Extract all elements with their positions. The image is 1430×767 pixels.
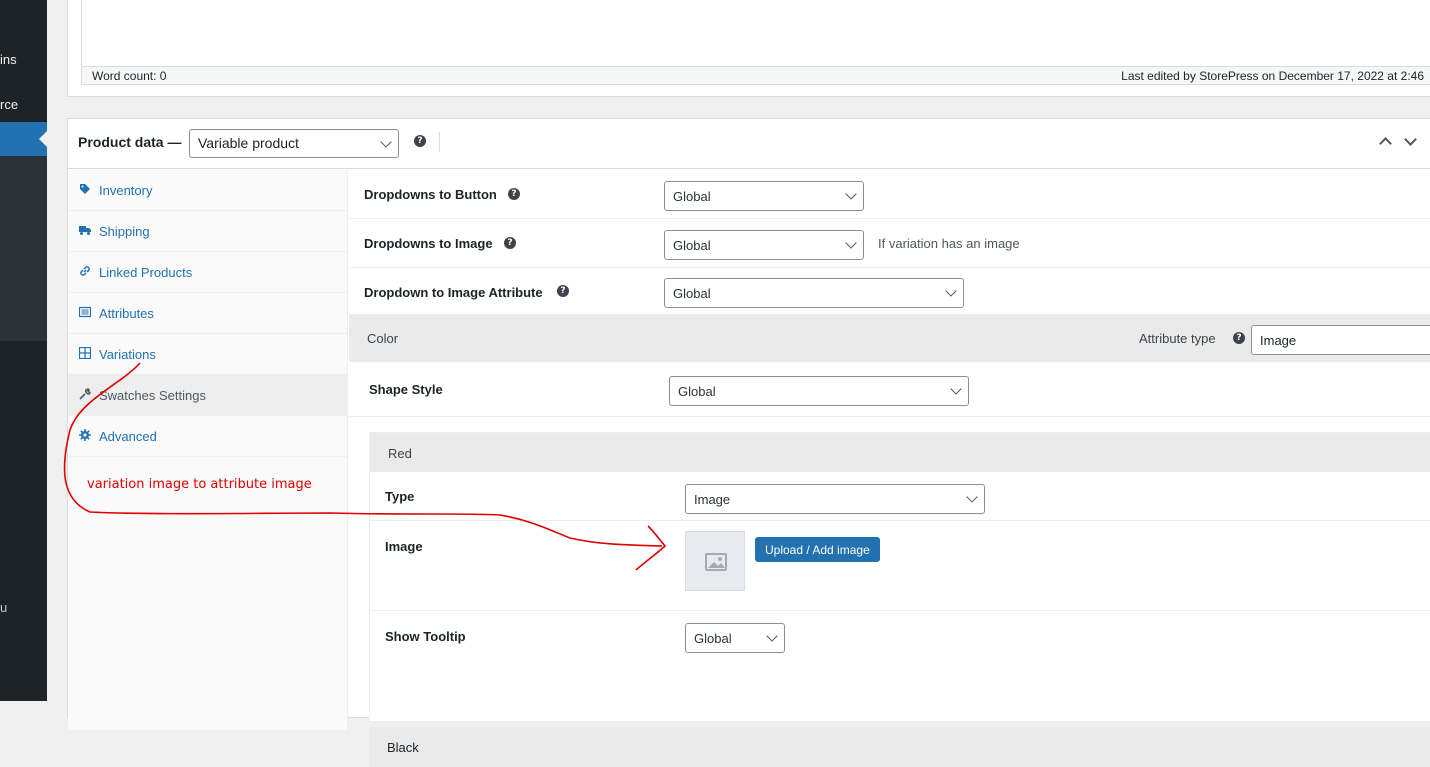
admin-menu-item-collapse[interactable]: u: [0, 600, 7, 615]
move-up-icon[interactable]: [1379, 137, 1392, 150]
setting-label: Dropdowns to Button: [364, 187, 497, 202]
tab-label: Advanced: [99, 429, 157, 444]
tab-label: Shipping: [99, 224, 150, 239]
attribute-type-select[interactable]: Image: [1251, 325, 1430, 355]
select-value: Global: [678, 384, 716, 399]
product-data-header: Product data — Variable product ?: [68, 119, 1430, 169]
tab-attributes[interactable]: Attributes: [68, 293, 347, 334]
upload-image-button[interactable]: Upload / Add image: [755, 537, 880, 562]
tab-label: Inventory: [99, 183, 153, 198]
select-value: Image: [694, 492, 731, 507]
attribute-name: Color: [367, 331, 399, 346]
term-name: Black: [387, 740, 419, 755]
setting-note: If variation has an image: [878, 236, 1020, 251]
chevron-down-icon: [950, 383, 962, 395]
term-panel-red: Red Type Image Image Upload / Add image …: [369, 432, 1430, 722]
annotation-text: variation image to attribute image: [87, 477, 312, 492]
swatches-settings-panel: Dropdowns to Button ? Global Dropdowns t…: [349, 170, 1430, 767]
tab-label: Attributes: [99, 306, 154, 321]
truck-icon: [79, 226, 91, 235]
tab-linked-products[interactable]: Linked Products: [68, 252, 347, 293]
tag-icon: [80, 184, 90, 194]
tab-variations[interactable]: Variations: [68, 334, 347, 375]
select-value: Global: [673, 238, 711, 253]
setting-label: Type: [385, 489, 415, 504]
help-icon[interactable]: ?: [557, 285, 569, 297]
setting-label: Dropdowns to Image: [364, 236, 493, 251]
dropdowns-to-image-select[interactable]: Global: [664, 230, 864, 260]
list-icon: [79, 306, 91, 318]
divider: [439, 132, 440, 152]
gear-icon: [79, 429, 91, 441]
dropdowns-to-button-select[interactable]: Global: [664, 181, 864, 211]
help-icon[interactable]: ?: [508, 188, 520, 200]
wrench-icon: [79, 388, 91, 400]
help-icon[interactable]: ?: [414, 135, 426, 147]
editor-textarea[interactable]: [81, 0, 1430, 67]
image-placeholder[interactable]: [685, 531, 745, 591]
product-data-tabs: Inventory Shipping Linked Products Attri…: [68, 170, 348, 730]
tab-label: Linked Products: [99, 265, 193, 280]
term-row-type: Type Image: [370, 472, 1430, 521]
tab-advanced[interactable]: Advanced: [68, 416, 347, 457]
tab-shipping[interactable]: Shipping: [68, 211, 347, 252]
setting-label: Dropdown to Image Attribute: [364, 285, 543, 300]
setting-label: Image: [385, 539, 423, 554]
product-data-label: Product data —: [78, 134, 182, 150]
admin-menu-item-woocommerce[interactable]: rce: [0, 97, 18, 112]
select-value: Global: [673, 189, 711, 204]
product-type-value: Variable product: [198, 135, 299, 151]
dropdown-to-image-attribute-select[interactable]: Global: [664, 278, 964, 308]
setting-row-dropdowns-to-image: Dropdowns to Image ? Global If variation…: [349, 219, 1430, 268]
select-value: Image: [1260, 333, 1297, 348]
chevron-down-icon: [966, 491, 978, 503]
image-icon: [705, 553, 727, 571]
show-tooltip-select[interactable]: Global: [685, 623, 785, 653]
select-value: Global: [694, 631, 732, 646]
chevron-down-icon: [845, 188, 857, 200]
setting-row-dropdowns-to-button: Dropdowns to Button ? Global: [349, 170, 1430, 219]
term-header-black[interactable]: Black: [369, 727, 1430, 767]
select-value: Global: [673, 286, 711, 301]
tab-swatches-settings[interactable]: Swatches Settings: [68, 375, 347, 416]
setting-label: Show Tooltip: [385, 629, 466, 644]
editor-status-bar: Word count: 0 Last edited by StorePress …: [81, 66, 1430, 85]
term-name: Red: [388, 446, 412, 461]
content-editor-box: Word count: 0 Last edited by StorePress …: [67, 0, 1430, 97]
help-icon[interactable]: ?: [1233, 332, 1245, 344]
admin-menu-item-active[interactable]: [0, 122, 47, 156]
product-type-select[interactable]: Variable product: [189, 129, 399, 158]
chevron-down-icon: [945, 285, 957, 297]
shape-style-select[interactable]: Global: [669, 376, 969, 406]
move-down-icon[interactable]: [1404, 133, 1417, 146]
help-icon[interactable]: ?: [504, 237, 516, 249]
term-header[interactable]: Red: [370, 433, 1430, 472]
chevron-down-icon: [845, 237, 857, 249]
grid-icon: [79, 347, 91, 359]
chevron-down-icon: [766, 630, 778, 642]
term-row-image: Image: [370, 521, 1430, 611]
tab-label: Swatches Settings: [99, 388, 206, 403]
tab-label: Variations: [99, 347, 156, 362]
attribute-header[interactable]: Color Attribute type ? Image: [349, 315, 1430, 362]
tab-inventory[interactable]: Inventory: [68, 170, 347, 211]
admin-submenu: [0, 156, 47, 341]
product-data-box: Product data — Variable product ? Invent…: [67, 118, 1430, 767]
setting-label: Shape Style: [369, 382, 443, 397]
setting-row-shape-style: Shape Style Global: [349, 362, 1430, 417]
link-icon: [80, 266, 90, 276]
chevron-down-icon: [380, 136, 392, 148]
term-type-select[interactable]: Image: [685, 484, 985, 514]
attribute-type-label: Attribute type: [1139, 331, 1216, 346]
last-edited: Last edited by StorePress on December 17…: [1121, 69, 1424, 83]
admin-menu-item-plugins[interactable]: ins: [0, 52, 17, 67]
admin-sidebar: ins rce u: [0, 0, 47, 701]
word-count: Word count: 0: [92, 69, 167, 83]
setting-row-dropdown-to-image-attribute: Dropdown to Image Attribute ? Global: [349, 268, 1430, 315]
term-row-tooltip: Show Tooltip Global: [370, 611, 1430, 660]
